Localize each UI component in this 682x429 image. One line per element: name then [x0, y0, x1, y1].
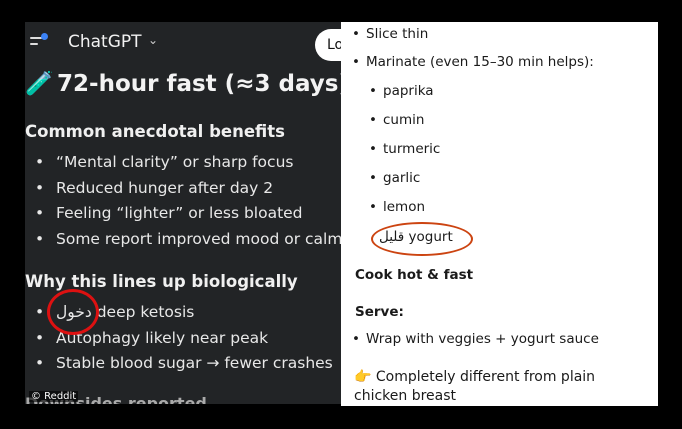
list-item: Wrap with veggies + yogurt sauce	[352, 331, 599, 347]
spice-item: paprika	[369, 83, 434, 99]
spice-item: cumin	[369, 112, 424, 128]
list-item: Some report improved mood or calmness	[25, 230, 360, 256]
chat-panel-dark: ChatGPT ⌄ Lo 🧪 72-hour fast (≈3 days) Co…	[25, 22, 360, 404]
pointing-hand-icon: 👉	[354, 369, 372, 385]
serve-heading: Serve:	[355, 304, 404, 320]
section-heading-benefits: Common anecdotal benefits	[25, 122, 285, 141]
red-annotation-ring	[371, 222, 473, 256]
spice-item: garlic	[369, 170, 420, 186]
list-item: Feeling “lighter” or less bloated	[25, 204, 360, 230]
app-name[interactable]: ChatGPT	[68, 32, 142, 52]
list-item: Stable blood sugar → fewer crashes	[25, 354, 333, 380]
test-tube-icon: 🧪	[25, 71, 54, 97]
spice-item: lemon	[369, 199, 425, 215]
list-item: “Mental clarity” or sharp focus	[25, 153, 360, 179]
benefits-list: “Mental clarity” or sharp focus Reduced …	[25, 153, 360, 255]
spice-item: turmeric	[369, 141, 440, 157]
chat-panel-light: Slice thin Marinate (even 15–30 min help…	[341, 22, 658, 406]
list-item: Slice thin	[352, 26, 428, 42]
list-item: Reduced hunger after day 2	[25, 179, 360, 205]
red-annotation-circle	[47, 289, 99, 335]
page-title: 🧪 72-hour fast (≈3 days)	[25, 71, 349, 97]
cook-heading: Cook hot & fast	[355, 267, 474, 283]
notification-dot	[41, 33, 48, 40]
chevron-down-icon[interactable]: ⌄	[148, 33, 158, 47]
closing-note: 👉 Completely different from plain chicke…	[354, 369, 596, 404]
app-header: ChatGPT ⌄ Lo	[25, 28, 360, 61]
reddit-watermark: © Reddit	[29, 391, 79, 402]
list-item: Marinate (even 15–30 min helps):	[352, 54, 594, 70]
section-heading-biology: Why this lines up biologically	[25, 272, 298, 291]
